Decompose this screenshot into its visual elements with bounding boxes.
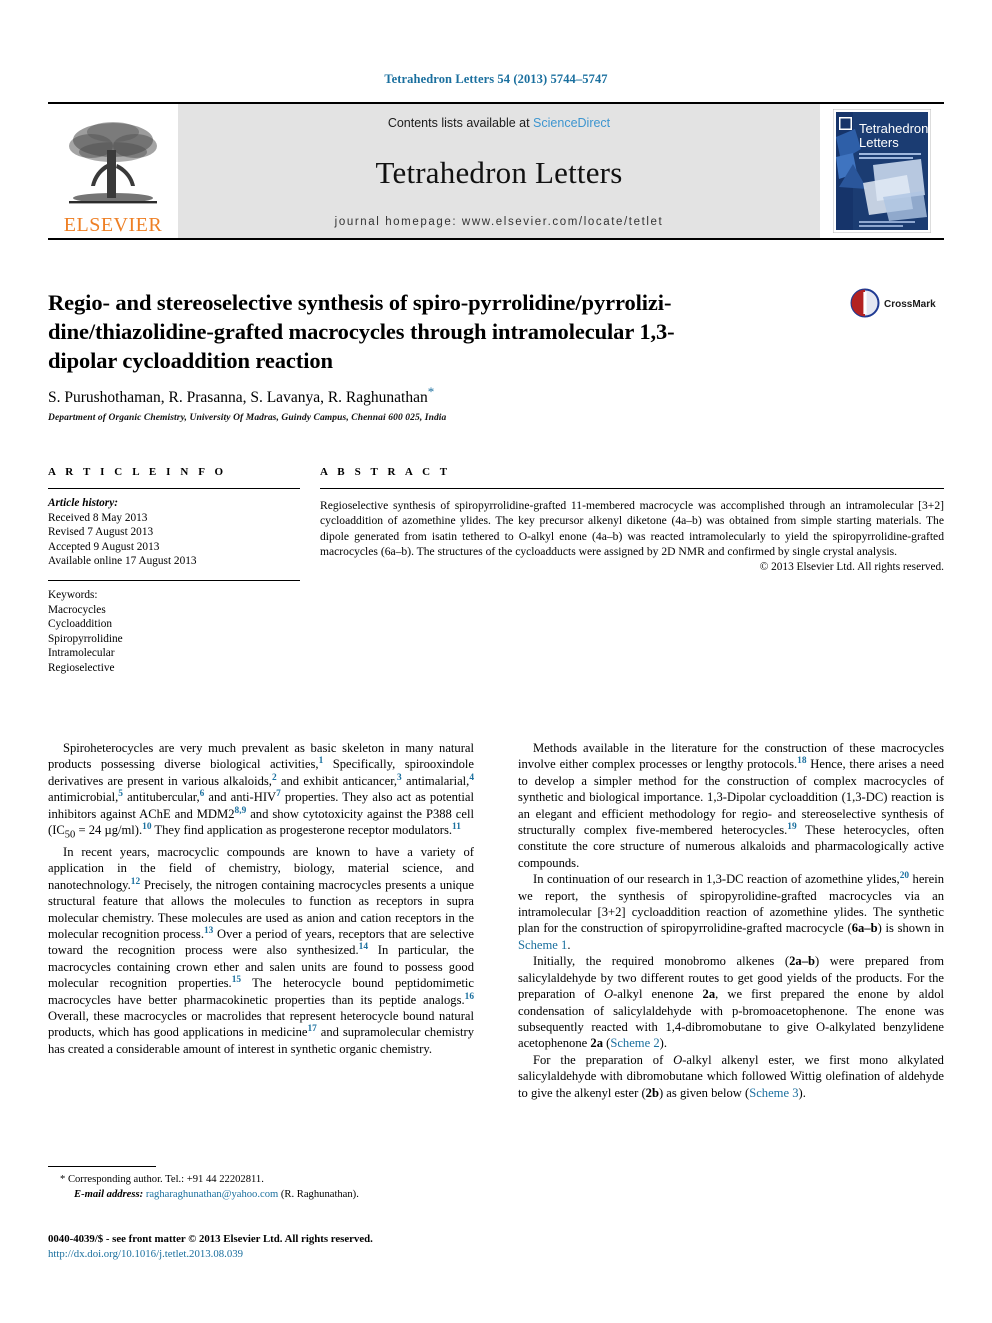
article-history-label: Article history: bbox=[48, 497, 118, 509]
article-title-line-3: dipolar cycloaddition reaction bbox=[48, 348, 333, 373]
keyword-item: Spiropyrrolidine bbox=[48, 632, 123, 645]
crossmark-icon: CrossMark bbox=[850, 288, 936, 318]
article-info-column: A R T I C L E I N F O Article history: R… bbox=[48, 466, 300, 676]
article-title-line-1: Regio- and stereoselective synthesis of … bbox=[48, 290, 672, 315]
issn-copyright-line: 0040-4039/$ - see front matter © 2013 El… bbox=[48, 1233, 373, 1245]
journal-masthead: ELSEVIER Contents lists available at Sci… bbox=[48, 102, 944, 240]
scheme-3-link[interactable]: Scheme 3 bbox=[749, 1086, 798, 1100]
journal-article-page: Tetrahedron Letters 54 (2013) 5744–5747 bbox=[0, 0, 992, 1323]
footnote-divider bbox=[48, 1166, 156, 1167]
doi-link[interactable]: http://dx.doi.org/10.1016/j.tetlet.2013.… bbox=[48, 1247, 548, 1262]
author-names: S. Purushothaman, R. Prasanna, S. Lavany… bbox=[48, 389, 428, 407]
body-paragraph: Methods available in the literature for … bbox=[518, 741, 945, 870]
elsevier-wordmark: ELSEVIER bbox=[63, 214, 163, 236]
author-list: S. Purushothaman, R. Prasanna, S. Lavany… bbox=[48, 384, 848, 407]
corresponding-author-marker: * bbox=[427, 384, 435, 399]
sciencedirect-link[interactable]: ScienceDirect bbox=[533, 116, 610, 130]
crossmark-badge[interactable]: CrossMark bbox=[848, 288, 944, 318]
body-paragraph: Initially, the required monobromo alkene… bbox=[518, 954, 945, 1051]
imprint-block: 0040-4039/$ - see front matter © 2013 El… bbox=[48, 1232, 548, 1262]
journal-title: Tetrahedron Letters bbox=[375, 155, 623, 190]
article-history-item: Available online 17 August 2013 bbox=[48, 555, 197, 568]
scheme-2-link[interactable]: Scheme 2 bbox=[610, 1036, 659, 1050]
abstract-copyright: © 2013 Elsevier Ltd. All rights reserved… bbox=[759, 560, 944, 573]
keyword-item: Regioselective bbox=[48, 661, 115, 674]
article-title: Regio- and stereoselective synthesis of … bbox=[48, 288, 838, 375]
contents-available-line: Contents lists available at ScienceDirec… bbox=[388, 116, 610, 130]
keyword-item: Cycloaddition bbox=[48, 618, 113, 631]
body-paragraph: In recent years, macrocyclic compounds a… bbox=[48, 844, 475, 1056]
elsevier-tree-icon bbox=[69, 122, 157, 204]
email-link[interactable]: ragharaghunathan@yahoo.com bbox=[146, 1189, 278, 1200]
abstract-text: Regioselective synthesis of spiropyrroli… bbox=[320, 499, 944, 559]
keywords-block: Keywords: Macrocycles Cycloaddition Spir… bbox=[48, 581, 300, 676]
email-note: E-mail address: ragharaghunathan@yahoo.c… bbox=[60, 1187, 480, 1202]
svg-text:Letters: Letters bbox=[859, 135, 899, 150]
body-paragraph: Spiroheterocycles are very much prevalen… bbox=[48, 741, 475, 841]
running-head: Tetrahedron Letters 54 (2013) 5744–5747 bbox=[384, 72, 608, 86]
corresponding-author-note: * Corresponding author. Tel.: +91 44 222… bbox=[60, 1174, 264, 1185]
svg-text:CrossMark: CrossMark bbox=[884, 299, 936, 310]
keywords-label: Keywords: bbox=[48, 588, 98, 601]
body-paragraph: For the preparation of O-alkyl alkenyl e… bbox=[518, 1052, 944, 1100]
article-history-item: Revised 7 August 2013 bbox=[48, 526, 154, 539]
svg-text:Tetrahedron: Tetrahedron bbox=[859, 121, 928, 136]
journal-cover-image: Tetrahedron Letters bbox=[833, 109, 931, 233]
article-history-item: Received 8 May 2013 bbox=[48, 511, 148, 524]
author-affiliation: Department of Organic Chemistry, Univers… bbox=[48, 413, 447, 423]
article-title-line-2: dine/thiazolidine-grafted macrocycles th… bbox=[48, 319, 675, 344]
journal-homepage[interactable]: journal homepage: www.elsevier.com/locat… bbox=[335, 216, 664, 228]
scheme-1-link[interactable]: Scheme 1 bbox=[518, 938, 567, 952]
article-history-block: Article history: Received 8 May 2013 Rev… bbox=[48, 489, 300, 580]
keyword-item: Macrocycles bbox=[48, 603, 106, 616]
contents-prefix: Contents lists available at bbox=[387, 116, 534, 130]
body-column-right: Methods available in the literature for … bbox=[518, 740, 944, 1101]
abstract-column: A B S T R A C T Regioselective synthesis… bbox=[320, 466, 944, 573]
footnote-block: * Corresponding author. Tel.: +91 44 222… bbox=[60, 1172, 480, 1202]
journal-cover: Tetrahedron Letters bbox=[820, 104, 944, 238]
article-history-item: Accepted 9 August 2013 bbox=[48, 540, 160, 553]
abstract-heading: A B S T R A C T bbox=[320, 466, 451, 478]
body-paragraph: In continuation of our research in 1,3-D… bbox=[518, 871, 944, 952]
keyword-item: Intramolecular bbox=[48, 647, 115, 660]
body-column-left: Spiroheterocycles are very much prevalen… bbox=[48, 740, 474, 1101]
email-label: E-mail address: bbox=[74, 1189, 144, 1200]
article-body: Spiroheterocycles are very much prevalen… bbox=[48, 740, 944, 1101]
journal-band: Contents lists available at ScienceDirec… bbox=[178, 104, 820, 238]
email-owner: (R. Raghunathan). bbox=[280, 1189, 359, 1200]
article-info-heading: A R T I C L E I N F O bbox=[48, 466, 227, 478]
elsevier-logo: ELSEVIER bbox=[48, 104, 178, 238]
